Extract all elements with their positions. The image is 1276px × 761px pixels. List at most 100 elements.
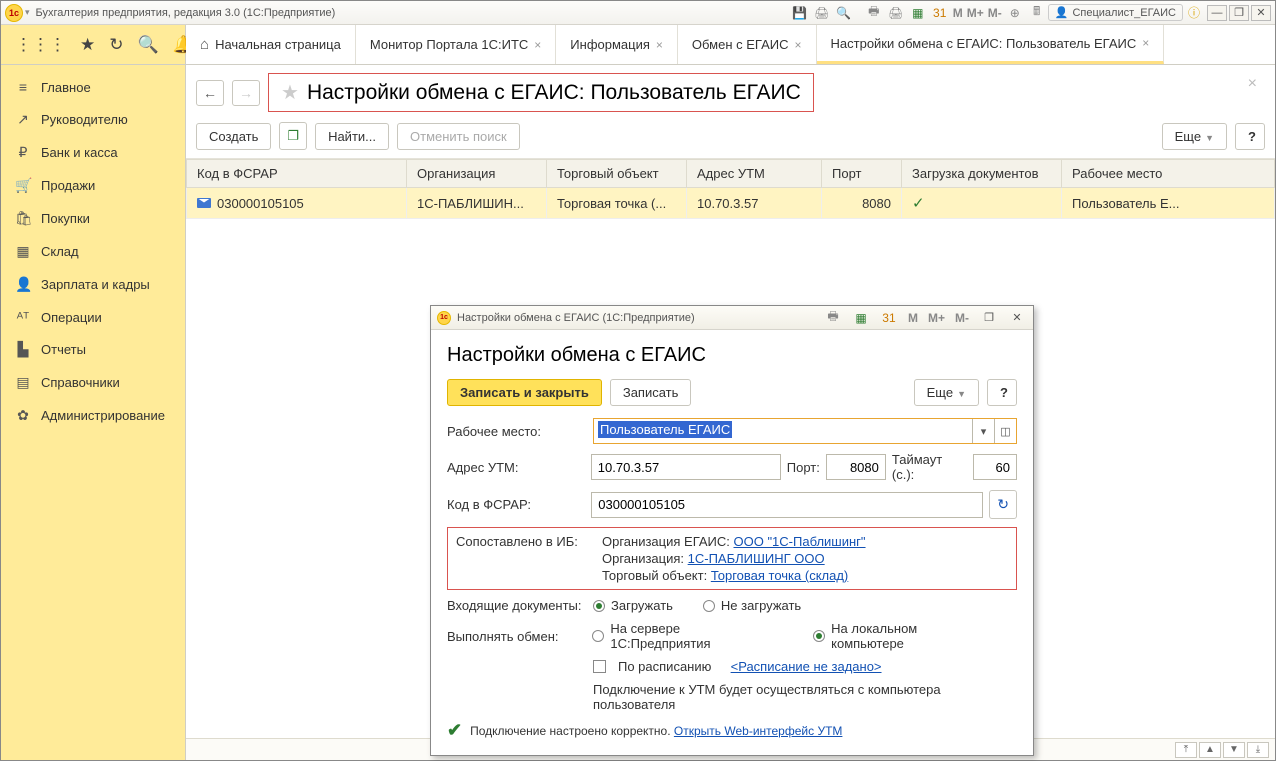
mem-mplus[interactable]: M+: [926, 311, 947, 325]
col-code[interactable]: Код в ФСРАР: [187, 160, 407, 188]
col-port[interactable]: Порт: [822, 160, 902, 188]
nav-forward-button[interactable]: →: [232, 80, 260, 106]
mem-mminus[interactable]: M-: [953, 311, 971, 325]
radio-load[interactable]: Загружать: [593, 598, 673, 613]
sidebar-item-sales[interactable]: 🛒Продажи: [1, 169, 185, 202]
port-input[interactable]: [826, 454, 886, 480]
sidebar-item-label: Главное: [41, 80, 91, 95]
close-icon[interactable]: ×: [795, 38, 802, 52]
calendar-icon[interactable]: ▦: [909, 4, 927, 22]
tab-monitor[interactable]: Монитор Портала 1С:ИТС×: [356, 25, 556, 64]
calendar31-icon[interactable]: 31: [880, 309, 898, 327]
sidebar-item-admin[interactable]: ✿Администрирование: [1, 399, 185, 432]
save-close-button[interactable]: Записать и закрыть: [447, 379, 602, 406]
user-name: Специалист_ЕГАИС: [1072, 7, 1176, 19]
sidebar-item-catalogs[interactable]: ▤Справочники: [1, 366, 185, 399]
radio-server[interactable]: На сервере 1С:Предприятия: [592, 621, 783, 651]
preview-icon[interactable]: 🔍: [835, 4, 853, 22]
mem-mplus[interactable]: M+: [965, 6, 986, 20]
col-org[interactable]: Организация: [407, 160, 547, 188]
create-button[interactable]: Создать: [196, 123, 271, 150]
help-button[interactable]: ?: [1235, 123, 1265, 150]
close-icon[interactable]: ×: [534, 38, 541, 52]
fsrar-input[interactable]: [591, 492, 983, 518]
dialog-restore-button[interactable]: ❐: [979, 310, 999, 326]
col-load[interactable]: Загрузка документов: [902, 160, 1062, 188]
calc-icon[interactable]: 🖩: [1028, 4, 1046, 22]
mem-m[interactable]: M: [951, 6, 965, 20]
tab-settings[interactable]: Настройки обмена с ЕГАИС: Пользователь Е…: [817, 25, 1165, 64]
schedule-link[interactable]: <Расписание не задано>: [731, 659, 882, 674]
mem-mminus[interactable]: M-: [986, 6, 1004, 20]
schedule-checkbox[interactable]: [593, 660, 606, 673]
col-utm[interactable]: Адрес УТМ: [687, 160, 822, 188]
page-close-icon[interactable]: ×: [1248, 75, 1257, 93]
print-icon[interactable]: 🖶: [824, 309, 842, 327]
app-menu-arrow-icon[interactable]: ▾: [25, 7, 30, 18]
sidebar-item-bank[interactable]: ₽Банк и касса: [1, 136, 185, 169]
col-place[interactable]: Рабочее место: [1062, 160, 1275, 188]
matched-org-link[interactable]: 1С-ПАБЛИШИНГ ООО: [688, 551, 825, 566]
sidebar-item-warehouse[interactable]: ▦Склад: [1, 235, 185, 268]
close-icon[interactable]: ×: [656, 38, 663, 52]
copy-button[interactable]: ❐: [279, 122, 307, 150]
more-button[interactable]: Еще▼: [1162, 123, 1227, 150]
page-up-button[interactable]: ▲: [1199, 742, 1221, 758]
open-utm-web-link[interactable]: Открыть Web-интерфейс УТМ: [674, 724, 843, 738]
info-icon[interactable]: ⓘ: [1185, 4, 1203, 22]
find-button[interactable]: Найти...: [315, 123, 389, 150]
dialog-more-button[interactable]: Еще▼: [914, 379, 979, 406]
nav-back-button[interactable]: ←: [196, 80, 224, 106]
page-first-button[interactable]: ⤒: [1175, 742, 1197, 758]
calendar31-icon[interactable]: 31: [931, 4, 949, 22]
save-icon[interactable]: 💾: [791, 4, 809, 22]
more-label: Еще: [927, 385, 953, 400]
schedule-label: По расписанию: [618, 659, 711, 674]
favorite-star-icon[interactable]: ★: [281, 80, 299, 105]
history-icon[interactable]: ↻: [109, 35, 123, 55]
dialog-close-button[interactable]: ✕: [1007, 310, 1027, 326]
printer3-icon[interactable]: 🖨: [887, 4, 905, 22]
cancel-search-button[interactable]: Отменить поиск: [397, 123, 520, 150]
sidebar-item-reports[interactable]: ▙Отчеты: [1, 333, 185, 366]
window-close-button[interactable]: ✕: [1251, 5, 1271, 21]
sidebar-item-ops[interactable]: ᴬᵀОперации: [1, 301, 185, 333]
utm-input[interactable]: [591, 454, 781, 480]
user-chip[interactable]: 👤Специалист_ЕГАИС: [1048, 4, 1183, 21]
window-restore-button[interactable]: ❐: [1229, 5, 1249, 21]
close-icon[interactable]: ×: [1142, 36, 1149, 50]
workplace-field[interactable]: Пользователь ЕГАИС ▾ ◫: [593, 418, 1017, 444]
tab-home[interactable]: ⌂Начальная страница: [186, 25, 356, 64]
page-last-button[interactable]: ⤓: [1247, 742, 1269, 758]
tab-exchange[interactable]: Обмен с ЕГАИС×: [678, 25, 817, 64]
tab-info[interactable]: Информация×: [556, 25, 678, 64]
radio-noload[interactable]: Не загружать: [703, 598, 801, 613]
sidebar-item-manager[interactable]: ↗Руководителю: [1, 103, 185, 136]
grid-icon[interactable]: ⋮⋮⋮: [15, 35, 66, 55]
matched-org-egais-link[interactable]: ООО "1С-Паблишинг": [734, 534, 866, 549]
page-down-button[interactable]: ▼: [1223, 742, 1245, 758]
save-button[interactable]: Записать: [610, 379, 692, 406]
open-external-button[interactable]: ◫: [995, 418, 1017, 444]
refresh-button[interactable]: ↻: [989, 490, 1017, 519]
dialog-help-button[interactable]: ?: [987, 379, 1017, 406]
app-logo-icon: 1c: [5, 4, 23, 22]
dropdown-button[interactable]: ▾: [973, 418, 995, 444]
window-minimize-button[interactable]: —: [1207, 5, 1227, 21]
sidebar-item-hr[interactable]: 👤Зарплата и кадры: [1, 268, 185, 301]
calendar-icon[interactable]: ▦: [852, 309, 870, 327]
printer2-icon[interactable]: 🖶: [865, 4, 883, 22]
radio-label: На сервере 1С:Предприятия: [610, 621, 783, 651]
matched-shop-link[interactable]: Торговая точка (склад): [711, 568, 848, 583]
col-shop[interactable]: Торговый объект: [547, 160, 687, 188]
star-icon[interactable]: ★: [80, 35, 95, 55]
sidebar-item-purchases[interactable]: 🛍Покупки: [1, 202, 185, 235]
radio-local[interactable]: На локальном компьютере: [813, 621, 993, 651]
search-icon[interactable]: 🔍: [138, 35, 159, 55]
print-icon[interactable]: 🖨: [813, 4, 831, 22]
timeout-input[interactable]: [973, 454, 1017, 480]
table-row[interactable]: 030000105105 1С-ПАБЛИШИН... Торговая точ…: [187, 188, 1275, 219]
sidebar-item-main[interactable]: ≡Главное: [1, 71, 185, 103]
zoom-icon[interactable]: ⊕: [1006, 4, 1024, 22]
mem-m[interactable]: M: [906, 311, 920, 325]
